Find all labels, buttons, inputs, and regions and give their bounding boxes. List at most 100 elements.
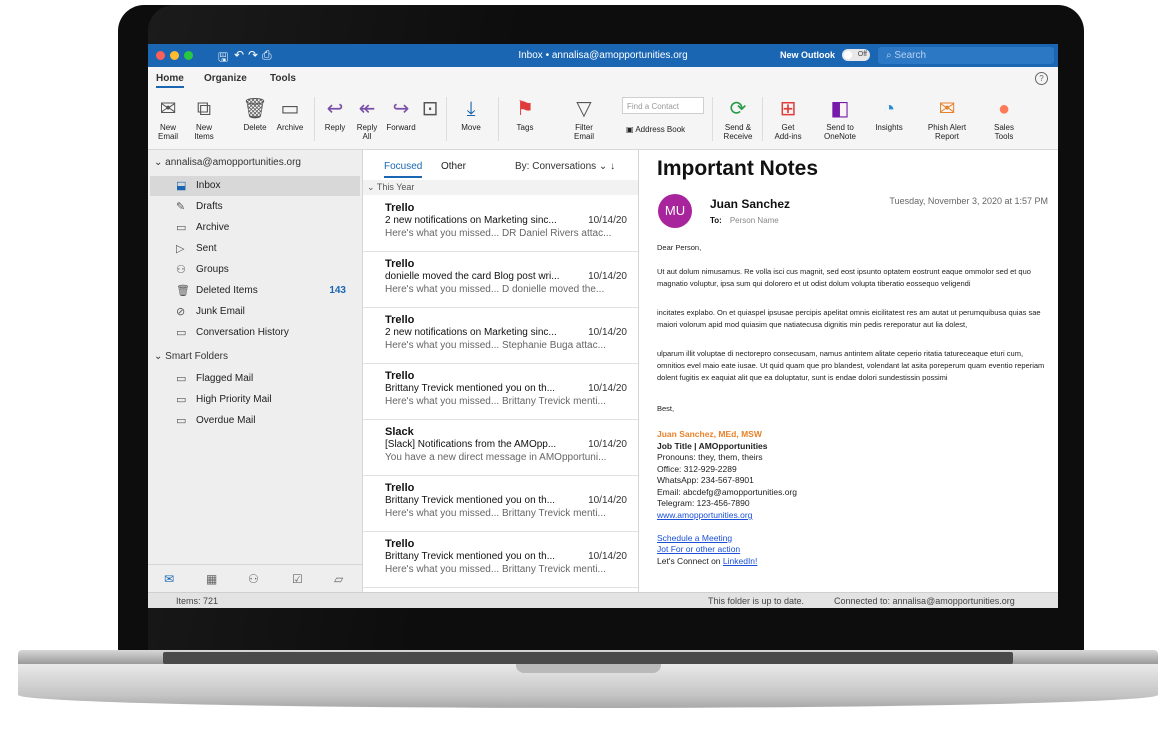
sort-dropdown[interactable]: By: Conversations ⌄ ↓: [515, 161, 615, 172]
move-button[interactable]: ⤓ Move: [454, 95, 488, 133]
get-addins-button[interactable]: ⊞ Get Add-ins: [768, 95, 808, 142]
reply-icon: ↩: [326, 97, 344, 120]
avatar[interactable]: MU: [658, 194, 692, 228]
new-email-button[interactable]: ✉ New Email: [154, 95, 182, 142]
connection-status: Connected to: annalisa@amopportunities.o…: [834, 596, 1015, 606]
new-items-button[interactable]: ⧉ New Items: [188, 95, 220, 142]
tab-focused[interactable]: Focused: [384, 161, 423, 178]
reply-all-icon: ↞: [358, 97, 376, 120]
reply-all-button[interactable]: ↞ Reply All: [352, 95, 382, 142]
sidebar-item-label: Deleted Items: [196, 285, 258, 296]
schedule-meeting-link[interactable]: Schedule a Meeting: [657, 533, 732, 545]
insights-button[interactable]: ◔ Insights: [872, 95, 906, 133]
reply-all-label: Reply All: [356, 123, 378, 141]
sidebar-item-high-priority[interactable]: ▭ High Priority Mail: [150, 390, 360, 410]
list-item[interactable]: Trello Brittany Trevick mentioned you on …: [363, 532, 638, 588]
sidebar-item-sent[interactable]: ▷ Sent: [150, 239, 360, 259]
account-label: annalisa@amopportunities.org: [165, 157, 301, 168]
group-header-label: This Year: [376, 182, 415, 192]
sidebar-item-deleted[interactable]: 🗑 Deleted Items 143: [150, 281, 360, 301]
find-contact-input[interactable]: Find a Contact: [622, 97, 704, 114]
list-item[interactable]: Trello Brittany Trevick mentioned you on …: [363, 476, 638, 532]
sidebar-item-conversation-history[interactable]: ▭ Conversation History: [150, 323, 360, 343]
jotfor-link[interactable]: Jot For or other action: [657, 544, 740, 556]
insights-label: Insights: [875, 123, 903, 132]
get-addins-label: Get Add-ins: [774, 123, 802, 141]
recipient-name[interactable]: Person Name: [730, 216, 779, 225]
archive-label: Archive: [276, 123, 304, 132]
tags-label: Tags: [516, 123, 534, 132]
message-title: Important Notes: [657, 157, 819, 180]
forward-button[interactable]: ↪ Forward: [384, 95, 418, 133]
linkedin-link[interactable]: LinkedIn!: [723, 556, 758, 566]
address-book-icon: ▣: [626, 125, 636, 134]
sort-direction-icon: ↓: [607, 161, 616, 172]
outlook-window: 🖫 ↶ ↷ ⎙ Inbox • annalisa@amopportunities…: [148, 44, 1058, 608]
list-item[interactable]: Slack [Slack] Notifications from the AMOp…: [363, 420, 638, 476]
more-respond-button[interactable]: ⊡: [420, 95, 440, 123]
smart-folders-header[interactable]: ⌄ Smart Folders: [154, 351, 228, 362]
body-paragraph: Ut aut dolum nimusamus. Re volla isci cu…: [657, 267, 1031, 288]
tab-tools[interactable]: Tools: [270, 73, 296, 84]
filter-email-button[interactable]: ▽ Filter Email: [562, 95, 606, 142]
move-icon: ⤓: [466, 97, 476, 120]
new-outlook-toggle[interactable]: Off: [842, 49, 870, 61]
sidebar-item-label: Junk Email: [196, 306, 245, 317]
archive-button[interactable]: ▭ Archive: [272, 95, 308, 133]
sort-label: By: Conversations: [515, 161, 597, 172]
tab-home[interactable]: Home: [156, 73, 184, 88]
notes-icon[interactable]: ▱: [334, 572, 343, 586]
signature-pronouns: Pronouns: they, them, theirs: [657, 452, 763, 462]
chevron-down-icon: ⌄: [367, 182, 377, 192]
sidebar-item-inbox[interactable]: ⬓ Inbox: [150, 176, 360, 196]
mail-icon[interactable]: ✉: [164, 572, 174, 586]
sales-tools-button[interactable]: ● Sales Tools: [984, 95, 1024, 142]
account-header[interactable]: ⌄ annalisa@amopportunities.org: [154, 157, 301, 168]
module-switcher: ✉ ▦ ⚇ ☑ ▱: [148, 564, 362, 593]
reply-button[interactable]: ↩ Reply: [320, 95, 350, 133]
sidebar-item-archive[interactable]: ▭ Archive: [150, 218, 360, 238]
tasks-icon[interactable]: ☑: [292, 572, 303, 586]
laptop-notch: [516, 664, 661, 673]
calendar-icon[interactable]: ▦: [206, 572, 217, 586]
new-email-label: New Email: [157, 123, 178, 141]
address-book-button[interactable]: ▣ Address Book: [626, 125, 685, 134]
forward-icon: ↪: [392, 97, 410, 120]
search-input[interactable]: ⌕ Search: [878, 47, 1054, 64]
send-to-onenote-button[interactable]: ◧ Send to OneNote: [818, 95, 862, 142]
tab-other[interactable]: Other: [441, 161, 466, 172]
flag-icon: ⚑: [516, 97, 534, 120]
list-item[interactable]: Trello 2 new notifications on Marketing s…: [363, 196, 638, 252]
ribbon-divider: [314, 97, 315, 141]
tags-button[interactable]: ⚑ Tags: [510, 95, 540, 133]
message-date: 10/14/20: [588, 551, 627, 562]
website-link[interactable]: www.amopportunities.org: [657, 510, 752, 522]
list-item[interactable]: Trello Brittany Trevick mentioned you on …: [363, 364, 638, 420]
people-icon[interactable]: ⚇: [248, 572, 259, 586]
reading-pane: Important Notes MU Juan Sanchez To: Perso…: [639, 150, 1058, 592]
sidebar-item-label: High Priority Mail: [196, 394, 272, 405]
message-sender: Trello: [385, 538, 415, 550]
signature-telegram: Telegram: 123-456-7890: [657, 498, 750, 508]
unread-count-badge: 143: [329, 285, 346, 296]
chevron-down-icon: ⌄: [596, 161, 608, 172]
filter-icon: ▽: [576, 97, 592, 120]
sidebar-item-groups[interactable]: ⚇ Groups: [150, 260, 360, 280]
send-receive-button[interactable]: ⟳ Send & Receive: [718, 95, 758, 142]
sidebar-item-drafts[interactable]: ✎ Drafts: [150, 197, 360, 217]
sender-name[interactable]: Juan Sanchez: [710, 197, 790, 211]
group-header[interactable]: ⌄ This Year: [363, 180, 638, 195]
list-item[interactable]: Trello 2 new notifications on Marketing s…: [363, 308, 638, 364]
laptop-deck: [18, 650, 1158, 664]
sidebar-item-overdue[interactable]: ▭ Overdue Mail: [150, 411, 360, 431]
hubspot-icon: ●: [997, 97, 1011, 120]
tab-organize[interactable]: Organize: [204, 73, 247, 84]
list-item[interactable]: Trello donielle moved the card Blog post …: [363, 252, 638, 308]
groups-icon: ⚇: [176, 264, 186, 276]
sidebar-item-flagged[interactable]: ▭ Flagged Mail: [150, 369, 360, 389]
delete-button[interactable]: 🗑 Delete: [240, 95, 270, 133]
sidebar-item-junk[interactable]: ⊘ Junk Email: [150, 302, 360, 322]
sent-icon: ▷: [176, 243, 185, 255]
phish-alert-button[interactable]: ✉ Phish Alert Report: [922, 95, 972, 142]
help-icon[interactable]: ?: [1035, 72, 1048, 85]
